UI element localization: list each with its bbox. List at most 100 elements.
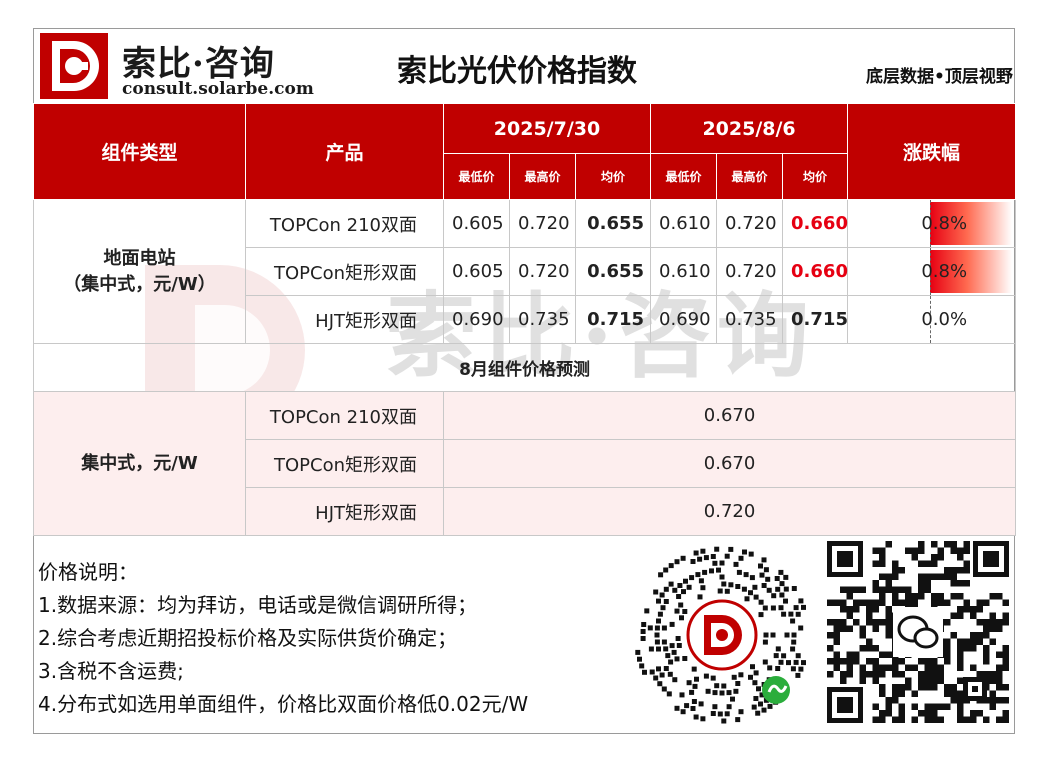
qr-module bbox=[937, 573, 944, 580]
qr-module bbox=[775, 646, 781, 652]
product-name: TOPCon 210双面 bbox=[245, 199, 444, 248]
price-low: 0.605 bbox=[443, 199, 510, 248]
qr-module bbox=[649, 669, 655, 675]
qr-module bbox=[798, 625, 804, 631]
qr-module bbox=[931, 560, 938, 567]
qr-module bbox=[678, 602, 684, 608]
mini-program-qr-icon[interactable] bbox=[632, 545, 812, 725]
qr-module bbox=[989, 638, 996, 645]
qr-module bbox=[1002, 658, 1009, 665]
change-cell: 0.0% bbox=[847, 295, 1017, 344]
forecast-value: 0.670 bbox=[442, 391, 1017, 440]
qr-module bbox=[911, 664, 918, 671]
qr-module bbox=[833, 619, 840, 626]
qr-module bbox=[937, 664, 944, 671]
qr-module bbox=[735, 681, 741, 686]
price-avg: 0.655 bbox=[574, 199, 652, 248]
brand-url: consult.solarbe.com bbox=[122, 79, 314, 99]
qr-module bbox=[905, 664, 912, 671]
qr-module bbox=[944, 684, 951, 691]
qr-module bbox=[924, 677, 931, 684]
change-value: 0.0% bbox=[921, 309, 968, 330]
qr-module bbox=[661, 686, 667, 692]
qr-module bbox=[710, 711, 716, 716]
qr-module bbox=[950, 690, 957, 697]
qr-module bbox=[957, 606, 964, 613]
brand-name: 索比·咨询 bbox=[122, 44, 275, 84]
qr-module bbox=[654, 625, 660, 631]
qr-module bbox=[654, 632, 660, 638]
qr-module bbox=[872, 625, 879, 632]
qr-module bbox=[885, 625, 892, 632]
qr-module bbox=[728, 582, 734, 588]
qr-module bbox=[762, 605, 768, 611]
qr-module bbox=[905, 599, 912, 606]
qr-module bbox=[679, 692, 685, 698]
qr-module bbox=[790, 666, 796, 672]
qr-module bbox=[744, 596, 750, 602]
price-high: 0.720 bbox=[716, 247, 784, 296]
qr-module bbox=[885, 664, 892, 671]
qr-module bbox=[750, 664, 755, 670]
qr-module bbox=[963, 580, 970, 587]
qr-module bbox=[657, 611, 663, 617]
qr-module bbox=[736, 569, 742, 575]
qr-module bbox=[879, 664, 886, 671]
qr-module bbox=[790, 646, 796, 652]
qr-module bbox=[719, 560, 725, 566]
qr-module bbox=[866, 599, 873, 606]
qr-module bbox=[695, 572, 701, 578]
qr-module bbox=[658, 572, 664, 578]
qr-module bbox=[784, 632, 790, 638]
qr-module bbox=[644, 608, 650, 614]
qr-module bbox=[681, 589, 686, 595]
forecast-category: 集中式，元/W bbox=[33, 391, 246, 536]
qr-module bbox=[668, 563, 674, 569]
qr-module bbox=[885, 573, 892, 580]
qr-module bbox=[957, 658, 964, 665]
qr-module bbox=[712, 704, 718, 710]
price-avg-up: 0.660 bbox=[782, 247, 849, 296]
qr-module bbox=[656, 666, 661, 672]
qr-module bbox=[733, 688, 739, 694]
qr-module bbox=[866, 671, 873, 678]
qr-module bbox=[892, 658, 899, 665]
qr-module bbox=[761, 707, 767, 713]
qr-module bbox=[963, 567, 970, 574]
qr-module bbox=[885, 632, 892, 639]
qr-module bbox=[872, 547, 879, 554]
qr-module bbox=[931, 703, 938, 710]
qr-module bbox=[762, 659, 768, 665]
qr-module bbox=[872, 586, 879, 593]
qr-module bbox=[866, 606, 873, 613]
qr-module bbox=[663, 646, 669, 652]
qr-module bbox=[859, 671, 866, 678]
qr-module bbox=[950, 567, 957, 574]
qr-module bbox=[898, 586, 905, 593]
qr-module bbox=[976, 619, 983, 626]
qr-module bbox=[791, 632, 797, 638]
qr-module bbox=[671, 649, 677, 655]
qr-module bbox=[924, 580, 931, 587]
qr-module bbox=[957, 612, 964, 619]
qr-module bbox=[721, 581, 727, 587]
qr-module bbox=[773, 653, 779, 659]
wechat-qr-icon[interactable] bbox=[827, 541, 1009, 723]
qr-module bbox=[937, 554, 944, 561]
qr-module bbox=[931, 593, 938, 600]
qr-module bbox=[950, 632, 957, 639]
qr-module bbox=[798, 598, 804, 604]
qr-module bbox=[931, 671, 938, 678]
qr-module bbox=[957, 567, 964, 574]
qr-module bbox=[833, 658, 840, 665]
qr-module bbox=[859, 586, 866, 593]
qr-module bbox=[783, 586, 789, 592]
qr-module bbox=[898, 567, 905, 574]
qr-module bbox=[1002, 619, 1009, 626]
qr-module bbox=[885, 580, 892, 587]
qr-module bbox=[770, 605, 776, 611]
qr-module bbox=[937, 703, 944, 710]
change-cell: 0.8% bbox=[847, 199, 1017, 248]
qr-module bbox=[840, 677, 847, 684]
qr-module bbox=[911, 593, 918, 600]
